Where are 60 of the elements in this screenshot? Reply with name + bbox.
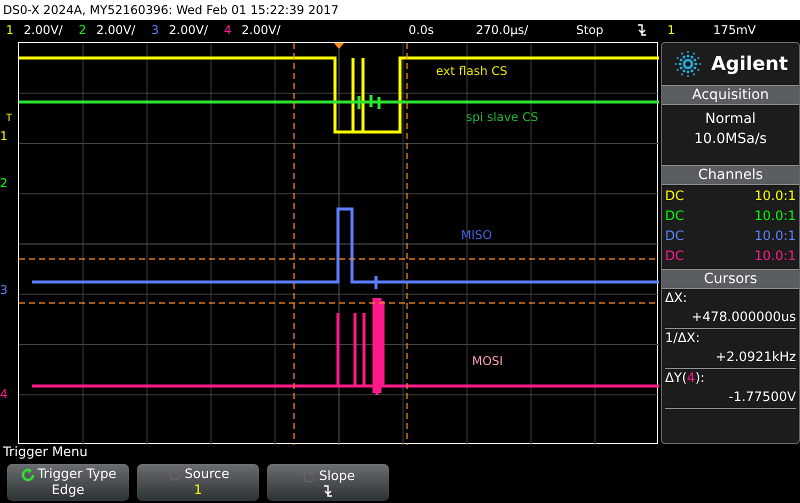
softkey-button[interactable]: Source 1 xyxy=(137,464,259,501)
cursor-label: ΔY( xyxy=(665,370,687,388)
trace-label: MISO xyxy=(461,229,492,241)
cursor-value: +478.000000us xyxy=(692,309,796,327)
channel-scale: 2.00V/ xyxy=(24,22,63,39)
channel-coupling: DC xyxy=(665,248,684,266)
window-title: DS0-X 2024A, MY52160396: Wed Feb 01 15:22:39 2017 xyxy=(3,2,339,19)
section-header: Channels xyxy=(662,165,799,185)
softkey-title: Slope xyxy=(318,468,356,484)
sample-rate: 10.0MSa/s xyxy=(694,130,767,149)
probe-ratio: 10.0:1 xyxy=(754,248,796,266)
section-header: Cursors xyxy=(662,269,799,289)
time-position: 0.0s xyxy=(408,22,434,39)
softkey-button[interactable]: Trigger Type Edge xyxy=(7,464,129,501)
channel-coupling: DC xyxy=(665,208,684,226)
cursor-line[interactable] xyxy=(293,43,295,445)
falling-edge-icon xyxy=(637,24,648,36)
cursor-line[interactable] xyxy=(406,43,408,445)
channel-number[interactable]: 2 xyxy=(78,21,86,39)
spark-logo-icon xyxy=(673,49,704,79)
softkey-value: 1 xyxy=(194,482,202,498)
channel-number[interactable]: 1 xyxy=(6,21,14,39)
trace-label: spi slave CS xyxy=(466,111,538,123)
acquisition-mode: Normal xyxy=(705,110,756,129)
cursor-label: 1/ΔX: xyxy=(665,330,701,348)
channel-ground-marker: 3 xyxy=(0,284,8,296)
channel-scale: 2.00V/ xyxy=(96,22,136,39)
trigger-level: 175mV xyxy=(713,22,756,39)
channel-scale: 2.00V/ xyxy=(242,22,280,39)
cursor-value: +2.0921kHz xyxy=(715,349,796,367)
channel-number[interactable]: 4 xyxy=(224,21,232,39)
trigger-position-marker xyxy=(334,43,344,49)
probe-ratio: 10.0:1 xyxy=(754,188,796,206)
trace-label: MOSI xyxy=(472,355,503,367)
channel-coupling: DC xyxy=(665,188,684,206)
probe-ratio: 10.0:1 xyxy=(754,208,796,226)
trigger-source: 1 xyxy=(667,22,676,39)
cursor-channel: 4 xyxy=(686,370,696,388)
channel-coupling: DC xyxy=(665,228,684,246)
channel-scale: 2.00V/ xyxy=(168,22,208,39)
run-state: Stop xyxy=(576,22,604,39)
brand-name: Agilent xyxy=(711,52,788,77)
cursor-label: ΔX: xyxy=(665,290,688,308)
softkey-value: Edge xyxy=(52,482,84,498)
cursor-value: -1.77500V xyxy=(728,389,796,407)
channel-ground-marker: 4 xyxy=(0,388,8,400)
trigger-level-marker: T xyxy=(6,114,12,124)
channel-ground-marker: 1 xyxy=(0,130,8,142)
probe-ratio: 10.0:1 xyxy=(754,228,796,246)
channel-number[interactable]: 3 xyxy=(151,21,159,39)
softkey-title: Trigger Type xyxy=(38,466,116,482)
time-scale: 270.0µs/ xyxy=(476,22,528,39)
section-header: Acquisition xyxy=(662,85,799,105)
channel-ground-marker: 2 xyxy=(0,177,8,189)
falling-edge-icon xyxy=(323,484,333,496)
trace-label: ext flash CS xyxy=(436,65,508,77)
cursor-label: ): xyxy=(695,370,705,388)
menu-title: Trigger Menu xyxy=(2,445,89,461)
softkey-button[interactable]: Slope xyxy=(267,464,389,501)
softkey-title: Source xyxy=(184,466,230,482)
